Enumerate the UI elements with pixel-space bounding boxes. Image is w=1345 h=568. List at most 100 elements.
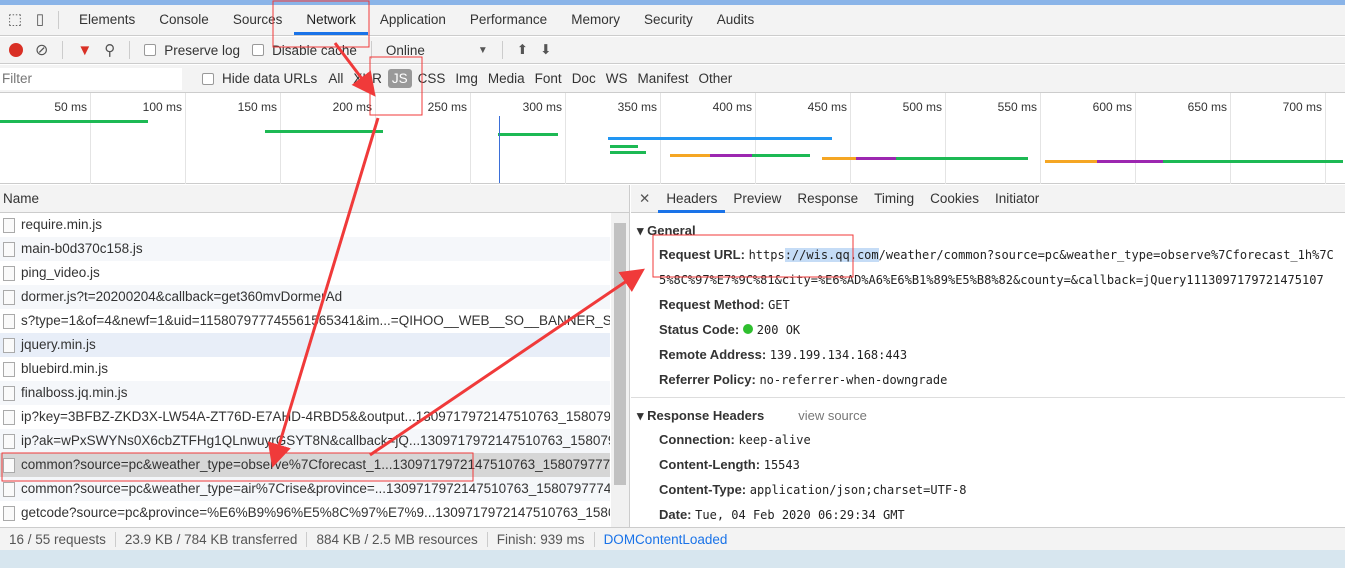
tab-network[interactable]: Network <box>294 5 368 35</box>
timeline-tick-label: 50 ms <box>54 100 87 114</box>
timeline-bar <box>1097 160 1163 163</box>
request-row[interactable]: ip?key=3BFBZ-ZKD3X-LW54A-ZT76D-E7AHD-4RB… <box>0 405 610 429</box>
details-tab-timing[interactable]: Timing <box>866 185 922 213</box>
timeline-bar <box>896 157 1028 160</box>
details-tab-response[interactable]: Response <box>789 185 866 213</box>
hide-data-urls-label: Hide data URLs <box>222 71 318 86</box>
request-row[interactable]: jquery.min.js <box>0 333 610 357</box>
timeline-gridline <box>280 93 281 184</box>
disable-cache-label: Disable cache <box>272 42 357 58</box>
dom-content-loaded: DOMContentLoaded <box>603 531 728 547</box>
divider <box>129 41 131 59</box>
scrollbar-thumb[interactable] <box>614 223 626 485</box>
details-tab-cookies[interactable]: Cookies <box>922 185 987 213</box>
filter-icon[interactable]: ▼ <box>77 42 92 59</box>
header-name: Connection: <box>659 432 735 447</box>
header-value: Tue, 04 Feb 2020 06:29:34 GMT <box>695 508 905 522</box>
transferred-size: 23.9 KB / 784 KB transferred <box>116 531 308 547</box>
network-overview-timeline[interactable]: 50 ms 100 ms 150 ms 200 ms 250 ms 300 ms 350 m… <box>0 93 1345 184</box>
header-name: Content-Type: <box>659 482 747 497</box>
preserve-log-checkbox[interactable]: Preserve log <box>144 43 240 58</box>
filter-type-xhr[interactable]: XHR <box>349 69 386 88</box>
header-name: Content-Length: <box>659 457 761 472</box>
tab-security[interactable]: Security <box>632 5 705 35</box>
close-icon[interactable]: ✕ <box>631 185 658 213</box>
filter-input[interactable] <box>0 67 182 90</box>
header-name: Referrer Policy: <box>659 372 756 387</box>
request-name: ip?ak=wPxSWYNs0X6cbZTFHg1QLnwuyrGSYT8N&c… <box>21 433 610 448</box>
general-title: General <box>647 223 696 238</box>
response-headers-section-header[interactable]: ▾ Response Headers view source <box>631 405 1345 427</box>
request-row[interactable]: main-b0d370c158.js <box>0 237 610 261</box>
scrollbar[interactable] <box>611 213 629 527</box>
header-row: Remote Address: 139.199.134.168:443 <box>631 342 1345 367</box>
request-row[interactable]: common?source=pc&weather_type=observe%7C… <box>0 453 610 477</box>
header-row: Content-Type: application/json;charset=U… <box>631 477 1345 502</box>
throttling-select[interactable]: Online <box>386 43 466 58</box>
view-source-link[interactable]: view source <box>798 408 867 423</box>
finish-time: Finish: 939 ms <box>488 531 595 547</box>
file-icon <box>3 385 15 401</box>
header-value: application/json;charset=UTF-8 <box>749 483 967 497</box>
filter-type-media[interactable]: Media <box>484 69 529 88</box>
filter-type-other[interactable]: Other <box>694 69 736 88</box>
details-tab-preview[interactable]: Preview <box>725 185 789 213</box>
request-name: main-b0d370c158.js <box>21 241 143 256</box>
timeline-bar <box>1163 160 1343 163</box>
file-icon <box>3 457 15 473</box>
hide-data-urls-checkbox[interactable]: Hide data URLs <box>202 71 317 86</box>
details-tab-initiator[interactable]: Initiator <box>987 185 1047 213</box>
request-row[interactable]: getcode?source=pc&province=%E6%B9%96%E5%… <box>0 501 610 525</box>
tab-console[interactable]: Console <box>147 5 221 35</box>
timeline-bar <box>670 154 710 157</box>
details-tab-headers[interactable]: Headers <box>658 185 726 213</box>
request-row[interactable]: ip?ak=wPxSWYNs0X6cbZTFHg1QLnwuyrGSYT8N&c… <box>0 429 610 453</box>
chevron-down-icon[interactable]: ▼ <box>478 45 488 56</box>
disable-cache-checkbox[interactable]: Disable cache <box>252 43 357 58</box>
request-name: common?source=pc&weather_type=observe%7C… <box>21 457 610 472</box>
request-row[interactable]: ping_video.js <box>0 261 610 285</box>
file-icon <box>3 289 15 305</box>
tab-elements[interactable]: Elements <box>67 5 147 35</box>
request-name: ping_video.js <box>21 265 100 280</box>
filter-type-css[interactable]: CSS <box>414 69 450 88</box>
request-row[interactable]: s?type=1&of=4&newf=1&uid=115807977745561… <box>0 309 610 333</box>
general-section-header[interactable]: ▾ General <box>631 220 1345 242</box>
import-har-icon[interactable]: ⬆ <box>517 42 528 58</box>
tab-performance[interactable]: Performance <box>458 5 559 35</box>
filter-type-font[interactable]: Font <box>531 69 566 88</box>
filter-type-manifest[interactable]: Manifest <box>633 69 692 88</box>
request-row[interactable]: bluebird.min.js <box>0 357 610 381</box>
filter-type-ws[interactable]: WS <box>602 69 632 88</box>
clear-icon[interactable]: ⊘ <box>35 40 48 60</box>
device-toolbar-icon[interactable]: ▯ <box>30 10 50 30</box>
request-row[interactable]: require.min.js <box>0 213 610 237</box>
tab-audits[interactable]: Audits <box>705 5 767 35</box>
request-name: require.min.js <box>21 217 103 232</box>
header-row: Connection: keep-alive <box>631 427 1345 452</box>
tab-memory[interactable]: Memory <box>559 5 632 35</box>
tab-application[interactable]: Application <box>368 5 458 35</box>
tab-sources[interactable]: Sources <box>221 5 295 35</box>
request-row[interactable]: finalboss.jq.min.js <box>0 381 610 405</box>
inspect-element-icon[interactable]: ⬚ <box>5 10 25 30</box>
request-row[interactable]: common?source=pc&weather_type=air%7Crise… <box>0 477 610 501</box>
timeline-gridline <box>1230 93 1231 184</box>
column-header-name[interactable]: Name <box>0 185 629 213</box>
request-row[interactable]: dormer.js?t=20200204&callback=get360mvDo… <box>0 285 610 309</box>
header-value: keep-alive <box>738 433 811 447</box>
filter-type-img[interactable]: Img <box>451 69 482 88</box>
filter-type-all[interactable]: All <box>324 69 347 88</box>
timeline-tick-label: 650 ms <box>1187 100 1227 114</box>
timeline-tick-label: 350 ms <box>617 100 657 114</box>
record-icon[interactable] <box>9 43 23 57</box>
search-icon[interactable]: ⚲ <box>104 41 115 59</box>
timeline-bar <box>856 157 896 160</box>
timeline-bar <box>710 154 752 157</box>
header-row: Referrer Policy: no-referrer-when-downgr… <box>631 367 1345 392</box>
filter-type-js[interactable]: JS <box>387 69 412 88</box>
export-har-icon[interactable]: ⬇ <box>540 42 551 58</box>
timeline-gridline <box>470 93 471 184</box>
filter-type-doc[interactable]: Doc <box>568 69 600 88</box>
file-icon <box>3 241 15 257</box>
